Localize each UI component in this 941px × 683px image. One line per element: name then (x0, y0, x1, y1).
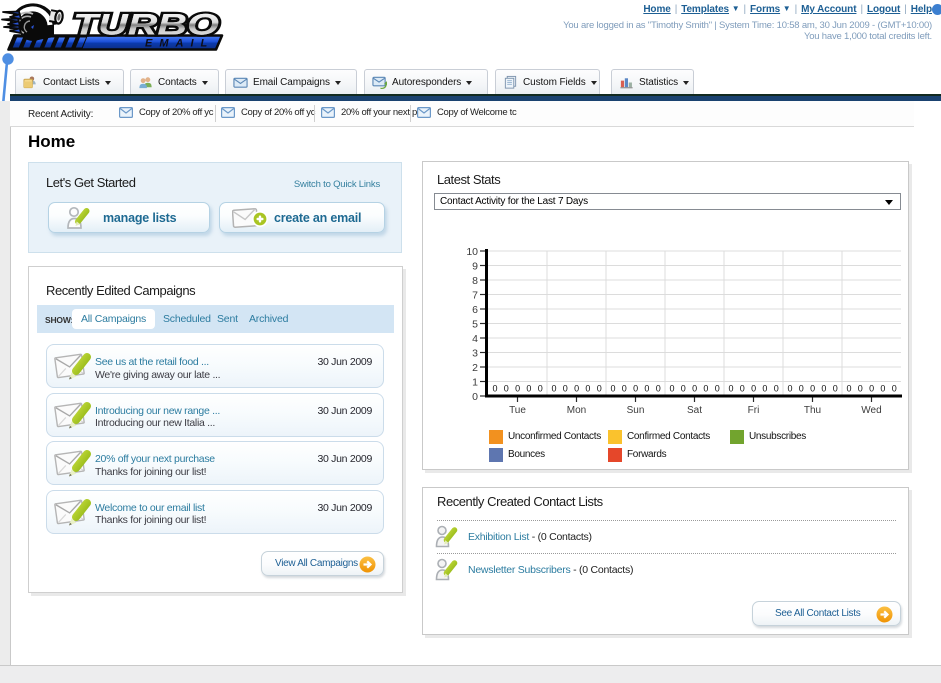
svg-text:7: 7 (472, 290, 478, 302)
svg-text:9: 9 (472, 261, 478, 273)
svg-text:0: 0 (597, 384, 602, 394)
svg-text:0: 0 (563, 384, 568, 394)
svg-text:10: 10 (466, 246, 478, 258)
svg-text:0: 0 (833, 384, 838, 394)
svg-text:0: 0 (799, 384, 804, 394)
svg-text:0: 0 (585, 384, 590, 394)
svg-text:5: 5 (472, 319, 478, 331)
svg-text:0: 0 (762, 384, 767, 394)
svg-text:0: 0 (633, 384, 638, 394)
svg-text:0: 0 (774, 384, 779, 394)
svg-text:0: 0 (681, 384, 686, 394)
svg-text:Thu: Thu (804, 405, 821, 416)
svg-text:1: 1 (472, 377, 478, 389)
svg-text:0: 0 (880, 384, 885, 394)
svg-text:0: 0 (656, 384, 661, 394)
svg-text:0: 0 (751, 384, 756, 394)
svg-text:Sat: Sat (687, 405, 702, 416)
svg-text:0: 0 (538, 384, 543, 394)
svg-text:0: 0 (810, 384, 815, 394)
svg-text:0: 0 (610, 384, 615, 394)
svg-text:Fri: Fri (748, 405, 760, 416)
svg-text:0: 0 (472, 391, 478, 403)
svg-text:TURBO: TURBO (73, 9, 219, 42)
svg-text:0: 0 (846, 384, 851, 394)
svg-text:Mon: Mon (567, 405, 586, 416)
svg-text:0: 0 (515, 384, 520, 394)
svg-text:0: 0 (574, 384, 579, 394)
svg-text:0: 0 (787, 384, 792, 394)
svg-text:0: 0 (644, 384, 649, 394)
svg-text:Sun: Sun (627, 405, 645, 416)
svg-text:0: 0 (858, 384, 863, 394)
svg-text:0: 0 (821, 384, 826, 394)
svg-text:Tue: Tue (509, 405, 526, 416)
svg-text:3: 3 (472, 348, 478, 360)
svg-text:0: 0 (551, 384, 556, 394)
svg-text:0: 0 (692, 384, 697, 394)
svg-text:0: 0 (492, 384, 497, 394)
svg-text:0: 0 (728, 384, 733, 394)
svg-text:2: 2 (472, 362, 478, 374)
svg-text:0: 0 (892, 384, 897, 394)
svg-text:6: 6 (472, 304, 478, 316)
svg-text:0: 0 (504, 384, 509, 394)
svg-text:0: 0 (622, 384, 627, 394)
svg-text:8: 8 (472, 275, 478, 287)
svg-text:4: 4 (472, 333, 478, 345)
svg-text:0: 0 (526, 384, 531, 394)
svg-text:0: 0 (740, 384, 745, 394)
svg-text:0: 0 (669, 384, 674, 394)
svg-text:Wed: Wed (861, 405, 881, 416)
svg-text:0: 0 (715, 384, 720, 394)
svg-text:0: 0 (703, 384, 708, 394)
svg-text:0: 0 (869, 384, 874, 394)
